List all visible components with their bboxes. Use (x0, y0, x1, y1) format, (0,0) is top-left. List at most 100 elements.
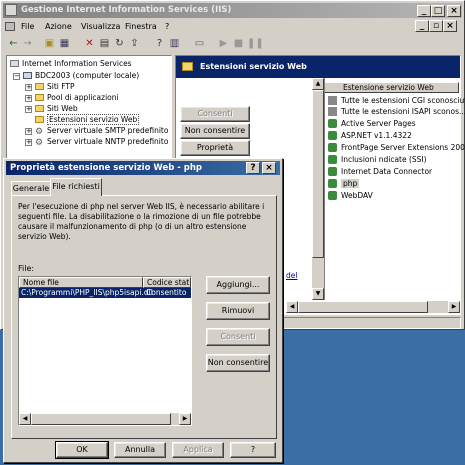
list-item-label: WebDAV (341, 191, 373, 200)
dialog-help-button[interactable]: ? (246, 162, 260, 174)
console-icon[interactable]: ▥ (168, 37, 181, 50)
expand-icon[interactable]: + (25, 84, 32, 91)
list-item[interactable]: ASP.NET v1.1.4322 (324, 130, 412, 141)
list-item-selected[interactable]: php (324, 178, 360, 189)
help-icon[interactable]: ? (153, 37, 166, 50)
tree-item-pool[interactable]: + Pool di applicazioni (25, 92, 119, 103)
tree-item-smtp[interactable]: + ⚙ Server virtuale SMTP predefinito (25, 125, 168, 137)
ok-button[interactable]: OK (55, 441, 109, 459)
disallow-button[interactable]: Non consentire (180, 123, 250, 139)
file-status-cell: Consentito (146, 288, 187, 297)
link-fragment[interactable]: del (286, 271, 297, 280)
folder-icon (35, 116, 44, 123)
allow-file-button[interactable]: Consenti (206, 328, 270, 346)
add-button[interactable]: Aggiungi... (206, 276, 270, 294)
minimize-button[interactable]: _ (417, 5, 431, 17)
scroll-up-button[interactable]: ▲ (312, 78, 324, 90)
tree-item-estensioni[interactable]: Estensioni servizio Web (35, 114, 140, 125)
h-scroll-thumb[interactable] (298, 301, 428, 313)
cancel-button[interactable]: Annulla (114, 442, 166, 458)
menu-icon (5, 22, 15, 31)
close-button[interactable]: × (447, 5, 461, 17)
list-column-header[interactable]: Estensione servizio Web (324, 82, 459, 93)
tree-computer[interactable]: − BDC2003 (computer locale) (13, 70, 139, 81)
filter-icon (328, 96, 337, 105)
extension-icon (328, 131, 337, 140)
child-restore-button[interactable]: ▫ (429, 20, 443, 32)
file-name-cell: C:\Programmi\PHP_IIS\php5isapi.dll (21, 288, 153, 297)
expand-icon[interactable]: + (25, 128, 32, 135)
maximize-button[interactable]: □ (431, 5, 445, 17)
scroll-down-button[interactable]: ▼ (312, 288, 324, 300)
apply-button[interactable]: Applica (172, 442, 224, 458)
pause-icon[interactable]: ❚❚ (247, 37, 264, 50)
delete-icon[interactable]: ✕ (83, 37, 96, 50)
tree-item-nntp[interactable]: + ⚙ Server virtuale NNTP predefinito (25, 136, 168, 148)
menu-help[interactable]: ? (165, 20, 169, 33)
scroll-thumb[interactable] (312, 90, 324, 258)
scroll-right-button[interactable]: ▶ (448, 301, 460, 313)
dialog-close-button[interactable]: × (262, 162, 276, 174)
tab-file-richiesti[interactable]: File richiesti (50, 178, 102, 196)
remove-button[interactable]: Rimuovi (206, 302, 270, 320)
tab-generale[interactable]: Generale (11, 181, 51, 195)
list-item[interactable]: Inclusioni ndicate (SSI) (324, 154, 427, 165)
main-title-bar[interactable]: Gestione Internet Information Services (… (3, 3, 462, 18)
tree-item-label: Estensioni servizio Web (47, 114, 140, 125)
extension-icon (328, 179, 337, 188)
menu-azione[interactable]: Azione (45, 20, 72, 33)
allow-button[interactable]: Consenti (180, 106, 250, 122)
properties-dialog: Proprietà estensione servizio Web - php … (3, 158, 283, 463)
child-minimize-button[interactable]: _ (415, 20, 429, 32)
dialog-title-bar[interactable]: Proprietà estensione servizio Web - php … (6, 161, 280, 175)
back-icon[interactable]: ← (7, 37, 20, 50)
refresh-icon[interactable]: ↻ (113, 37, 126, 50)
forward-icon[interactable]: → (21, 37, 34, 50)
list-item[interactable]: Tutte le estensioni CGI sconosciute (324, 95, 465, 106)
list-item[interactable]: Active Server Pages (324, 118, 416, 129)
expand-icon[interactable]: + (25, 139, 32, 146)
extension-icon (328, 119, 337, 128)
column-header-name[interactable]: Nome file (19, 277, 143, 288)
help-button[interactable]: ? (230, 442, 276, 458)
list-item[interactable]: Internet Data Connector (324, 166, 432, 177)
folder-icon (35, 94, 44, 101)
extension-icon (328, 155, 337, 164)
file-list-hscroll[interactable]: ◀ ▶ (19, 413, 191, 425)
show-tree-icon[interactable]: ▦ (58, 37, 71, 50)
stop-icon[interactable]: ■ (232, 37, 245, 50)
properties-icon[interactable]: ▤ (98, 37, 111, 50)
list-item-label: Tutte le estensioni CGI sconosciute (341, 96, 465, 105)
scroll-left-button[interactable]: ◀ (286, 301, 298, 313)
list-item[interactable]: FrontPage Server Extensions 2002 (324, 142, 465, 153)
collapse-icon[interactable]: − (13, 73, 20, 80)
properties-button[interactable]: Proprietà (180, 140, 250, 156)
list-item[interactable]: WebDAV (324, 190, 373, 201)
tree-item-siti-ftp[interactable]: + Siti FTP (25, 81, 75, 92)
horizontal-scrollbar[interactable]: ◀ ▶ (286, 301, 460, 313)
scroll-left-button[interactable]: ◀ (19, 413, 31, 425)
menu-finestra[interactable]: Finestra (125, 20, 157, 33)
tree-item-siti-web[interactable]: + Siti Web (25, 103, 78, 114)
play-icon[interactable]: ▶ (217, 37, 230, 50)
child-close-button[interactable]: × (443, 20, 457, 32)
export-icon[interactable]: ⇪ (128, 37, 141, 50)
list-item-label: FrontPage Server Extensions 2002 (341, 143, 465, 152)
expand-icon[interactable]: + (25, 95, 32, 102)
column-header-status[interactable]: Codice stat... (143, 277, 191, 288)
scroll-right-button[interactable]: ▶ (179, 413, 191, 425)
list-item[interactable]: Tutte le estensioni ISAPI sconos... (324, 106, 465, 117)
computer-icon[interactable]: ▭ (193, 37, 206, 50)
expand-icon[interactable]: + (25, 106, 32, 113)
tab-panel: Per l'esecuzione di php nel server Web I… (11, 195, 277, 439)
file-row-selected[interactable]: C:\Programmi\PHP_IIS\php5isapi.dll Conse… (19, 288, 191, 298)
file-list[interactable]: Nome file Codice stat... C:\Programmi\PH… (18, 276, 192, 426)
vertical-scrollbar[interactable]: ▲ ▼ (312, 78, 325, 300)
up-folder-icon[interactable]: ▣ (43, 37, 56, 50)
status-bar (281, 317, 461, 329)
menu-file[interactable]: File (21, 20, 34, 33)
disallow-file-button[interactable]: Non consentire (206, 354, 270, 372)
h-scroll-thumb[interactable] (31, 413, 171, 425)
menu-visualizza[interactable]: Visualizza (81, 20, 120, 33)
tree-root[interactable]: Internet Information Services (10, 58, 132, 69)
